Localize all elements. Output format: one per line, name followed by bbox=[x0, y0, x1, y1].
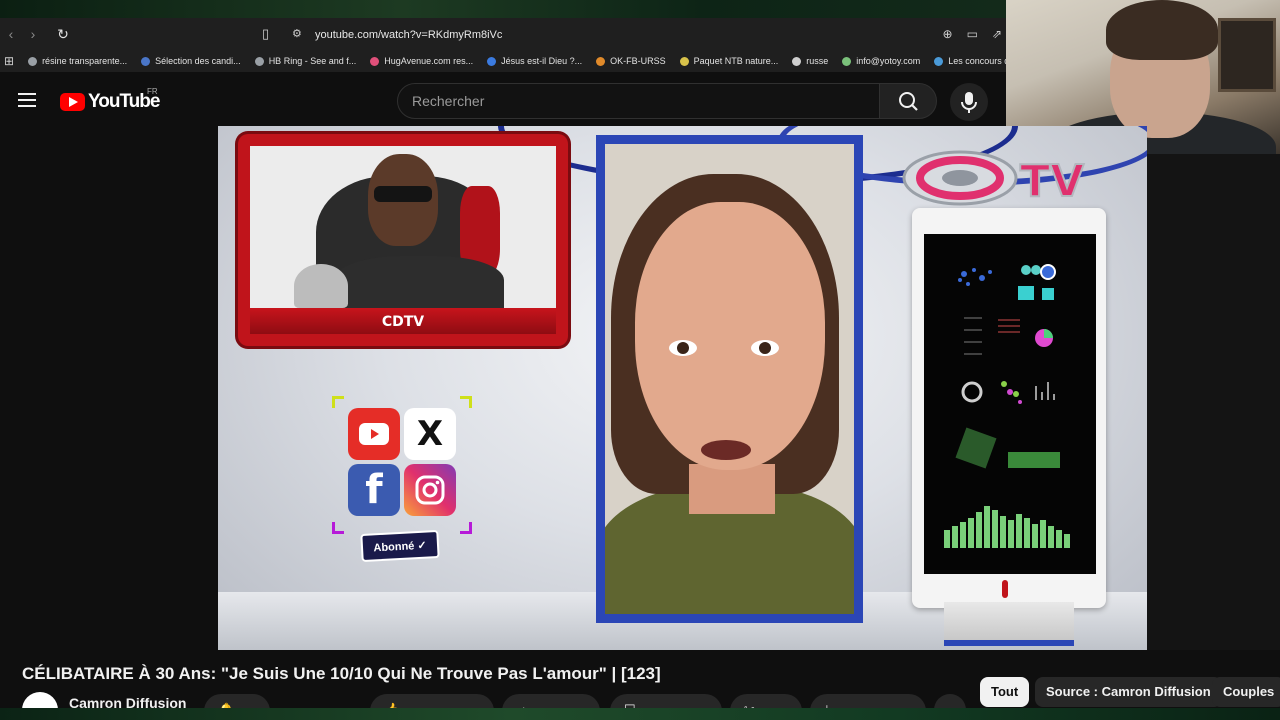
frame-corner bbox=[332, 522, 344, 534]
youtube-play-icon bbox=[60, 93, 85, 111]
youtube-logo[interactable]: YouTube bbox=[60, 91, 160, 113]
search-input[interactable]: Rechercher bbox=[397, 83, 880, 119]
bookmark-label: résine transparente... bbox=[42, 56, 128, 66]
guest-neck bbox=[689, 464, 775, 514]
bookmark-item[interactable]: russe bbox=[792, 56, 828, 66]
subscribe-badge: Abonné ✓ bbox=[360, 529, 440, 563]
video-player[interactable]: CDTV X f Abonné ✓ TV bbox=[218, 126, 1147, 650]
cdtv-logo: TV bbox=[902, 150, 1085, 208]
facebook-icon: f bbox=[348, 464, 400, 516]
forward-icon[interactable]: › bbox=[22, 26, 44, 42]
chip-2[interactable]: Couples bbox=[1212, 677, 1280, 707]
bookmark-icon[interactable]: ▯ bbox=[262, 26, 269, 42]
youtube-icon bbox=[348, 408, 400, 460]
zoom-icon[interactable]: ⊕ bbox=[943, 27, 953, 41]
youtube-header: YouTube FR Rechercher bbox=[0, 72, 1006, 126]
country-code: FR bbox=[147, 87, 158, 96]
bookmark-label: OK-FB-URSS bbox=[610, 56, 666, 66]
bookmark-item[interactable]: HugAvenue.com res... bbox=[370, 56, 473, 66]
host-nameplate-label: CDTV bbox=[381, 314, 425, 330]
video-title: CÉLIBATAIRE À 30 Ans: "Je Suis Une 10/10… bbox=[22, 664, 661, 683]
reload-icon[interactable]: ↻ bbox=[52, 26, 74, 43]
chip-0[interactable]: Tout bbox=[980, 677, 1030, 707]
search-placeholder: Rechercher bbox=[412, 93, 485, 109]
cdtv-logo-text: TV bbox=[1020, 156, 1084, 207]
desktop-strip bbox=[0, 0, 1006, 18]
bookmark-item[interactable]: OK-FB-URSS bbox=[596, 56, 666, 66]
search-button[interactable] bbox=[879, 83, 937, 119]
bookmark-item[interactable]: info@yotoy.com bbox=[842, 56, 920, 66]
chip-1[interactable]: Source : Camron Diffusion bbox=[1035, 677, 1222, 707]
host-frame: CDTV bbox=[238, 134, 568, 346]
bookmark-label: russe bbox=[806, 56, 829, 66]
frame-corner bbox=[332, 396, 344, 408]
bookmark-label: HugAvenue.com res... bbox=[384, 56, 474, 66]
frame-corner bbox=[460, 522, 472, 534]
guest-eye bbox=[669, 340, 697, 356]
host-video bbox=[250, 146, 556, 308]
site-info-icon[interactable]: ⚙ bbox=[292, 27, 302, 40]
secondary-column bbox=[1147, 154, 1280, 650]
kiosk-graphics bbox=[944, 264, 1070, 548]
guest-video-frame bbox=[596, 135, 863, 623]
favicon-icon bbox=[28, 56, 38, 66]
guest-face bbox=[635, 202, 825, 470]
kiosk-figure bbox=[1002, 580, 1008, 598]
bookmark-label: Paquet NTB nature... bbox=[693, 56, 779, 66]
bookmark-item[interactable]: HB Ring - See and f... bbox=[254, 56, 357, 66]
webcam-background-frame bbox=[1218, 18, 1276, 92]
bookmark-item[interactable]: Sélection des candi... bbox=[141, 56, 241, 66]
favicon-icon bbox=[934, 56, 944, 66]
share-icon[interactable]: ⇗ bbox=[992, 27, 1002, 41]
bookmark-item[interactable]: Paquet NTB nature... bbox=[679, 56, 779, 66]
bookmark-label: info@yotoy.com bbox=[856, 56, 921, 66]
social-icons-panel: X f bbox=[332, 396, 472, 534]
favicon-icon bbox=[792, 56, 802, 66]
apps-grid-icon[interactable]: ⊞ bbox=[4, 54, 14, 68]
menu-icon[interactable] bbox=[18, 93, 36, 107]
guest-mouth bbox=[701, 440, 751, 460]
bookmarks-bar: ⊞ résine transparente... Sélection des ca… bbox=[0, 50, 1006, 72]
microphone-icon bbox=[961, 92, 977, 113]
bookmark-item[interactable]: résine transparente... bbox=[28, 56, 127, 66]
favicon-icon bbox=[141, 56, 151, 66]
favicon-icon bbox=[596, 56, 606, 66]
cast-icon[interactable]: ▭ bbox=[967, 27, 978, 41]
bookmark-list: résine transparente... Sélection des cand… bbox=[14, 56, 1006, 66]
back-icon[interactable]: ‹ bbox=[0, 26, 22, 42]
favicon-icon bbox=[842, 56, 852, 66]
kiosk-base bbox=[944, 602, 1074, 646]
desktop-strip-bottom bbox=[0, 708, 1280, 720]
x-icon: X bbox=[404, 408, 456, 460]
favicon-icon bbox=[487, 56, 497, 66]
bookmark-label: Les concours d'au bbox=[948, 56, 1006, 66]
guest-eye bbox=[751, 340, 779, 356]
instagram-icon bbox=[404, 464, 456, 516]
bookmark-item[interactable]: Les concours d'au bbox=[934, 56, 1006, 66]
voice-search-button[interactable] bbox=[950, 83, 988, 121]
bookmark-label: Jésus est-il Dieu ?... bbox=[501, 56, 583, 66]
bookmark-label: Sélection des candi... bbox=[155, 56, 241, 66]
browser-address-bar: ‹ › ↻ ▯ ⚙ youtube.com/watch?v=RKdmyRm8iV… bbox=[0, 18, 1006, 50]
microphone bbox=[294, 264, 348, 308]
url-field[interactable]: youtube.com/watch?v=RKdmyRm8iVc bbox=[315, 29, 502, 41]
search-icon bbox=[899, 92, 918, 111]
favicon-icon bbox=[370, 56, 380, 66]
host-shirt bbox=[334, 256, 504, 308]
bookmark-item[interactable]: Jésus est-il Dieu ?... bbox=[487, 56, 582, 66]
frame-corner bbox=[460, 396, 472, 408]
favicon-icon bbox=[679, 56, 689, 66]
display-kiosk bbox=[912, 208, 1106, 608]
webcam-person-hair bbox=[1106, 0, 1218, 60]
bookmark-label: HB Ring - See and f... bbox=[268, 56, 357, 66]
screen: ‹ › ↻ ▯ ⚙ youtube.com/watch?v=RKdmyRm8iV… bbox=[0, 0, 1280, 720]
sunglasses bbox=[374, 186, 432, 202]
favicon-icon bbox=[254, 56, 264, 66]
address-bar-actions: ⊕ ▭ ⇗ bbox=[943, 27, 1002, 41]
kiosk-screen bbox=[924, 234, 1096, 574]
